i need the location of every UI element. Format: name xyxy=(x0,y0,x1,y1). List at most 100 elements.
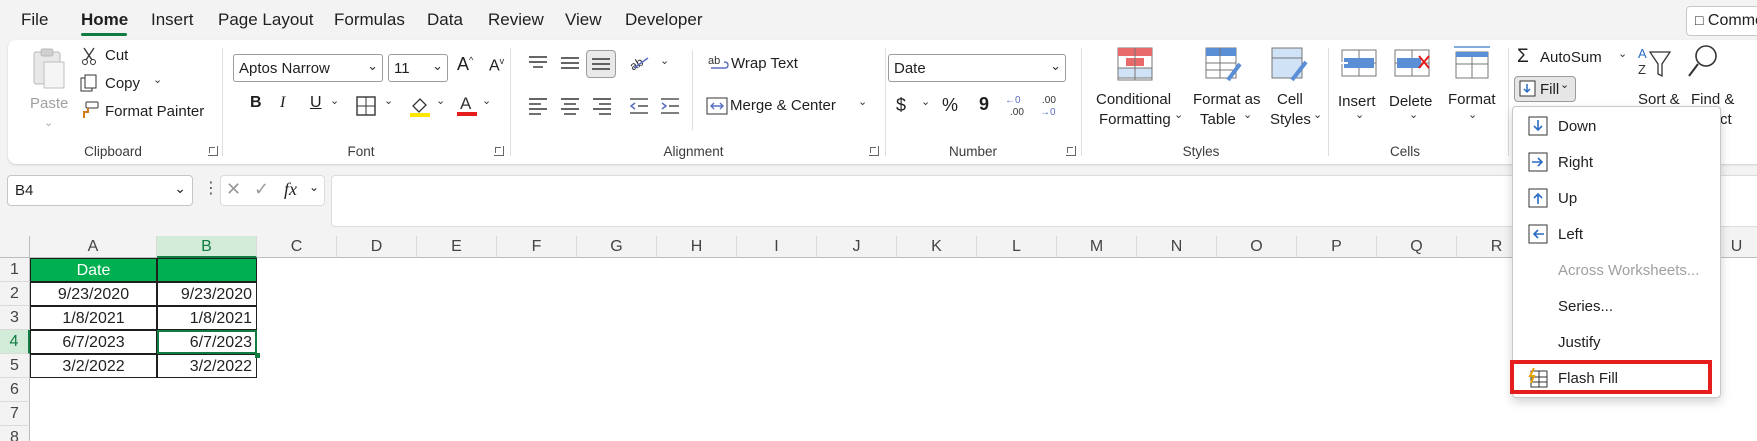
copy-button[interactable]: Copy xyxy=(105,75,140,92)
column-header[interactable]: J xyxy=(817,236,897,258)
tab-view[interactable]: View xyxy=(565,10,602,30)
chevron-down-icon[interactable]: ⌄ xyxy=(309,180,319,194)
justify-item[interactable]: Justify xyxy=(1513,325,1720,359)
align-left-icon[interactable] xyxy=(528,97,548,115)
row-header[interactable]: 4 xyxy=(0,330,30,354)
tab-file[interactable]: File xyxy=(21,10,48,30)
insert-chevron-icon[interactable]: ⌄ xyxy=(1355,108,1364,121)
cell-styles-chevron-icon[interactable]: ⌄ xyxy=(1313,108,1322,121)
font-launcher-icon[interactable] xyxy=(494,146,504,156)
paste-label[interactable]: Paste xyxy=(30,95,68,112)
autosum-button[interactable]: AutoSum xyxy=(1540,49,1602,66)
cell-a4[interactable]: 6/7/2023 xyxy=(30,330,157,354)
row-header[interactable]: 1 xyxy=(0,258,30,282)
row-header[interactable]: 7 xyxy=(0,402,30,426)
column-header[interactable]: F xyxy=(497,236,577,258)
cell-a3[interactable]: 1/8/2021 xyxy=(30,306,157,330)
comments-button[interactable]: □ Comments xyxy=(1686,6,1757,36)
align-bottom-icon[interactable] xyxy=(586,50,616,78)
enter-icon[interactable]: ✓ xyxy=(254,179,269,200)
cell-b2[interactable]: 9/23/2020 xyxy=(157,282,257,306)
merge-center-button[interactable]: Merge & Center xyxy=(730,97,836,114)
tab-page-layout[interactable]: Page Layout xyxy=(218,10,313,30)
row-header[interactable]: 3 xyxy=(0,306,30,330)
fill-handle[interactable] xyxy=(255,353,260,358)
conditional-formatting-label-2[interactable]: Formatting xyxy=(1099,111,1171,128)
column-header[interactable]: E xyxy=(417,236,497,258)
tab-home[interactable]: Home xyxy=(81,10,128,30)
increase-indent-icon[interactable] xyxy=(660,97,680,115)
tab-data[interactable]: Data xyxy=(427,10,463,30)
cell-styles-label-2[interactable]: Styles xyxy=(1270,111,1311,128)
cell-b3[interactable]: 1/8/2021 xyxy=(157,306,257,330)
format-table-chevron-icon[interactable]: ⌄ xyxy=(1243,108,1252,121)
orientation-chevron-icon[interactable]: ⌄ xyxy=(660,54,669,67)
align-right-icon[interactable] xyxy=(592,97,612,115)
wrap-text-button[interactable]: Wrap Text xyxy=(731,55,798,72)
format-chevron-icon[interactable]: ⌄ xyxy=(1468,108,1477,121)
paste-chevron-icon[interactable]: ⌄ xyxy=(44,116,53,129)
clipboard-launcher-icon[interactable] xyxy=(208,146,218,156)
fill-down-item[interactable]: Down xyxy=(1513,109,1720,143)
bold-button[interactable]: B xyxy=(250,94,262,112)
underline-chevron-icon[interactable]: ⌄ xyxy=(330,94,339,107)
cell-a2[interactable]: 9/23/2020 xyxy=(30,282,157,306)
currency-chevron-icon[interactable]: ⌄ xyxy=(921,95,930,108)
column-header[interactable]: A xyxy=(30,236,157,258)
cell-a1[interactable]: Date xyxy=(30,258,157,282)
tab-insert[interactable]: Insert xyxy=(151,10,194,30)
number-format-select[interactable]: Date ⌄ xyxy=(888,54,1066,82)
fill-up-item[interactable]: Up xyxy=(1513,181,1720,215)
more-options-icon[interactable]: ⋮ xyxy=(203,178,219,198)
merge-chevron-icon[interactable]: ⌄ xyxy=(858,95,867,108)
font-size-select[interactable]: 11 ⌄ xyxy=(388,54,448,82)
column-header[interactable]: Q xyxy=(1377,236,1457,258)
increase-font-size-icon[interactable]: A^ xyxy=(457,54,473,75)
align-top-icon[interactable] xyxy=(528,54,548,72)
align-middle-icon[interactable] xyxy=(560,54,580,72)
format-as-table-label-2[interactable]: Table xyxy=(1200,111,1236,128)
tab-developer[interactable]: Developer xyxy=(625,10,703,30)
currency-button[interactable]: $ xyxy=(896,95,906,116)
tab-review[interactable]: Review xyxy=(488,10,544,30)
tab-formulas[interactable]: Formulas xyxy=(334,10,405,30)
column-header[interactable]: K xyxy=(897,236,977,258)
format-as-table-label-1[interactable]: Format as xyxy=(1193,91,1261,108)
worksheet-grid[interactable] xyxy=(0,236,1757,441)
column-header[interactable]: H xyxy=(657,236,737,258)
decrease-font-size-icon[interactable]: Av xyxy=(489,56,504,75)
align-center-icon[interactable] xyxy=(560,97,580,115)
row-header[interactable]: 5 xyxy=(0,354,30,378)
copy-chevron-icon[interactable]: ⌄ xyxy=(153,73,162,86)
column-header[interactable]: C xyxy=(257,236,337,258)
find-select-label-2[interactable]: ct xyxy=(1720,111,1732,128)
column-header[interactable]: M xyxy=(1057,236,1137,258)
cut-button[interactable]: Cut xyxy=(105,47,128,64)
font-color-icon[interactable]: A xyxy=(456,92,478,118)
column-header[interactable]: B xyxy=(157,236,257,258)
comma-style-button[interactable]: 9 xyxy=(979,94,989,115)
font-family-select[interactable]: Aptos Narrow ⌄ xyxy=(233,54,383,82)
format-painter-button[interactable]: Format Painter xyxy=(105,103,204,120)
column-header[interactable]: G xyxy=(577,236,657,258)
fill-right-item[interactable]: Right xyxy=(1513,145,1720,179)
conditional-formatting-label-1[interactable]: Conditional xyxy=(1096,91,1171,108)
borders-icon[interactable] xyxy=(356,96,376,116)
row-header[interactable]: 6 xyxy=(0,378,30,402)
fill-button[interactable]: Fill ⌄ xyxy=(1514,76,1576,102)
cell-b5[interactable]: 3/2/2022 xyxy=(157,354,257,378)
column-header[interactable]: N xyxy=(1137,236,1217,258)
column-header[interactable]: I xyxy=(737,236,817,258)
paste-icon[interactable] xyxy=(30,48,66,92)
fill-color-icon[interactable] xyxy=(409,94,431,118)
autosum-chevron-icon[interactable]: ⌄ xyxy=(1618,47,1627,60)
select-all-button[interactable] xyxy=(0,236,30,258)
row-header[interactable]: 2 xyxy=(0,282,30,306)
font-color-chevron-icon[interactable]: ⌄ xyxy=(482,94,491,107)
column-header[interactable]: P xyxy=(1297,236,1377,258)
column-header[interactable]: L xyxy=(977,236,1057,258)
orientation-icon[interactable]: ab xyxy=(627,52,652,73)
column-header[interactable]: D xyxy=(337,236,417,258)
italic-button[interactable]: I xyxy=(280,94,285,112)
alignment-launcher-icon[interactable] xyxy=(869,146,879,156)
